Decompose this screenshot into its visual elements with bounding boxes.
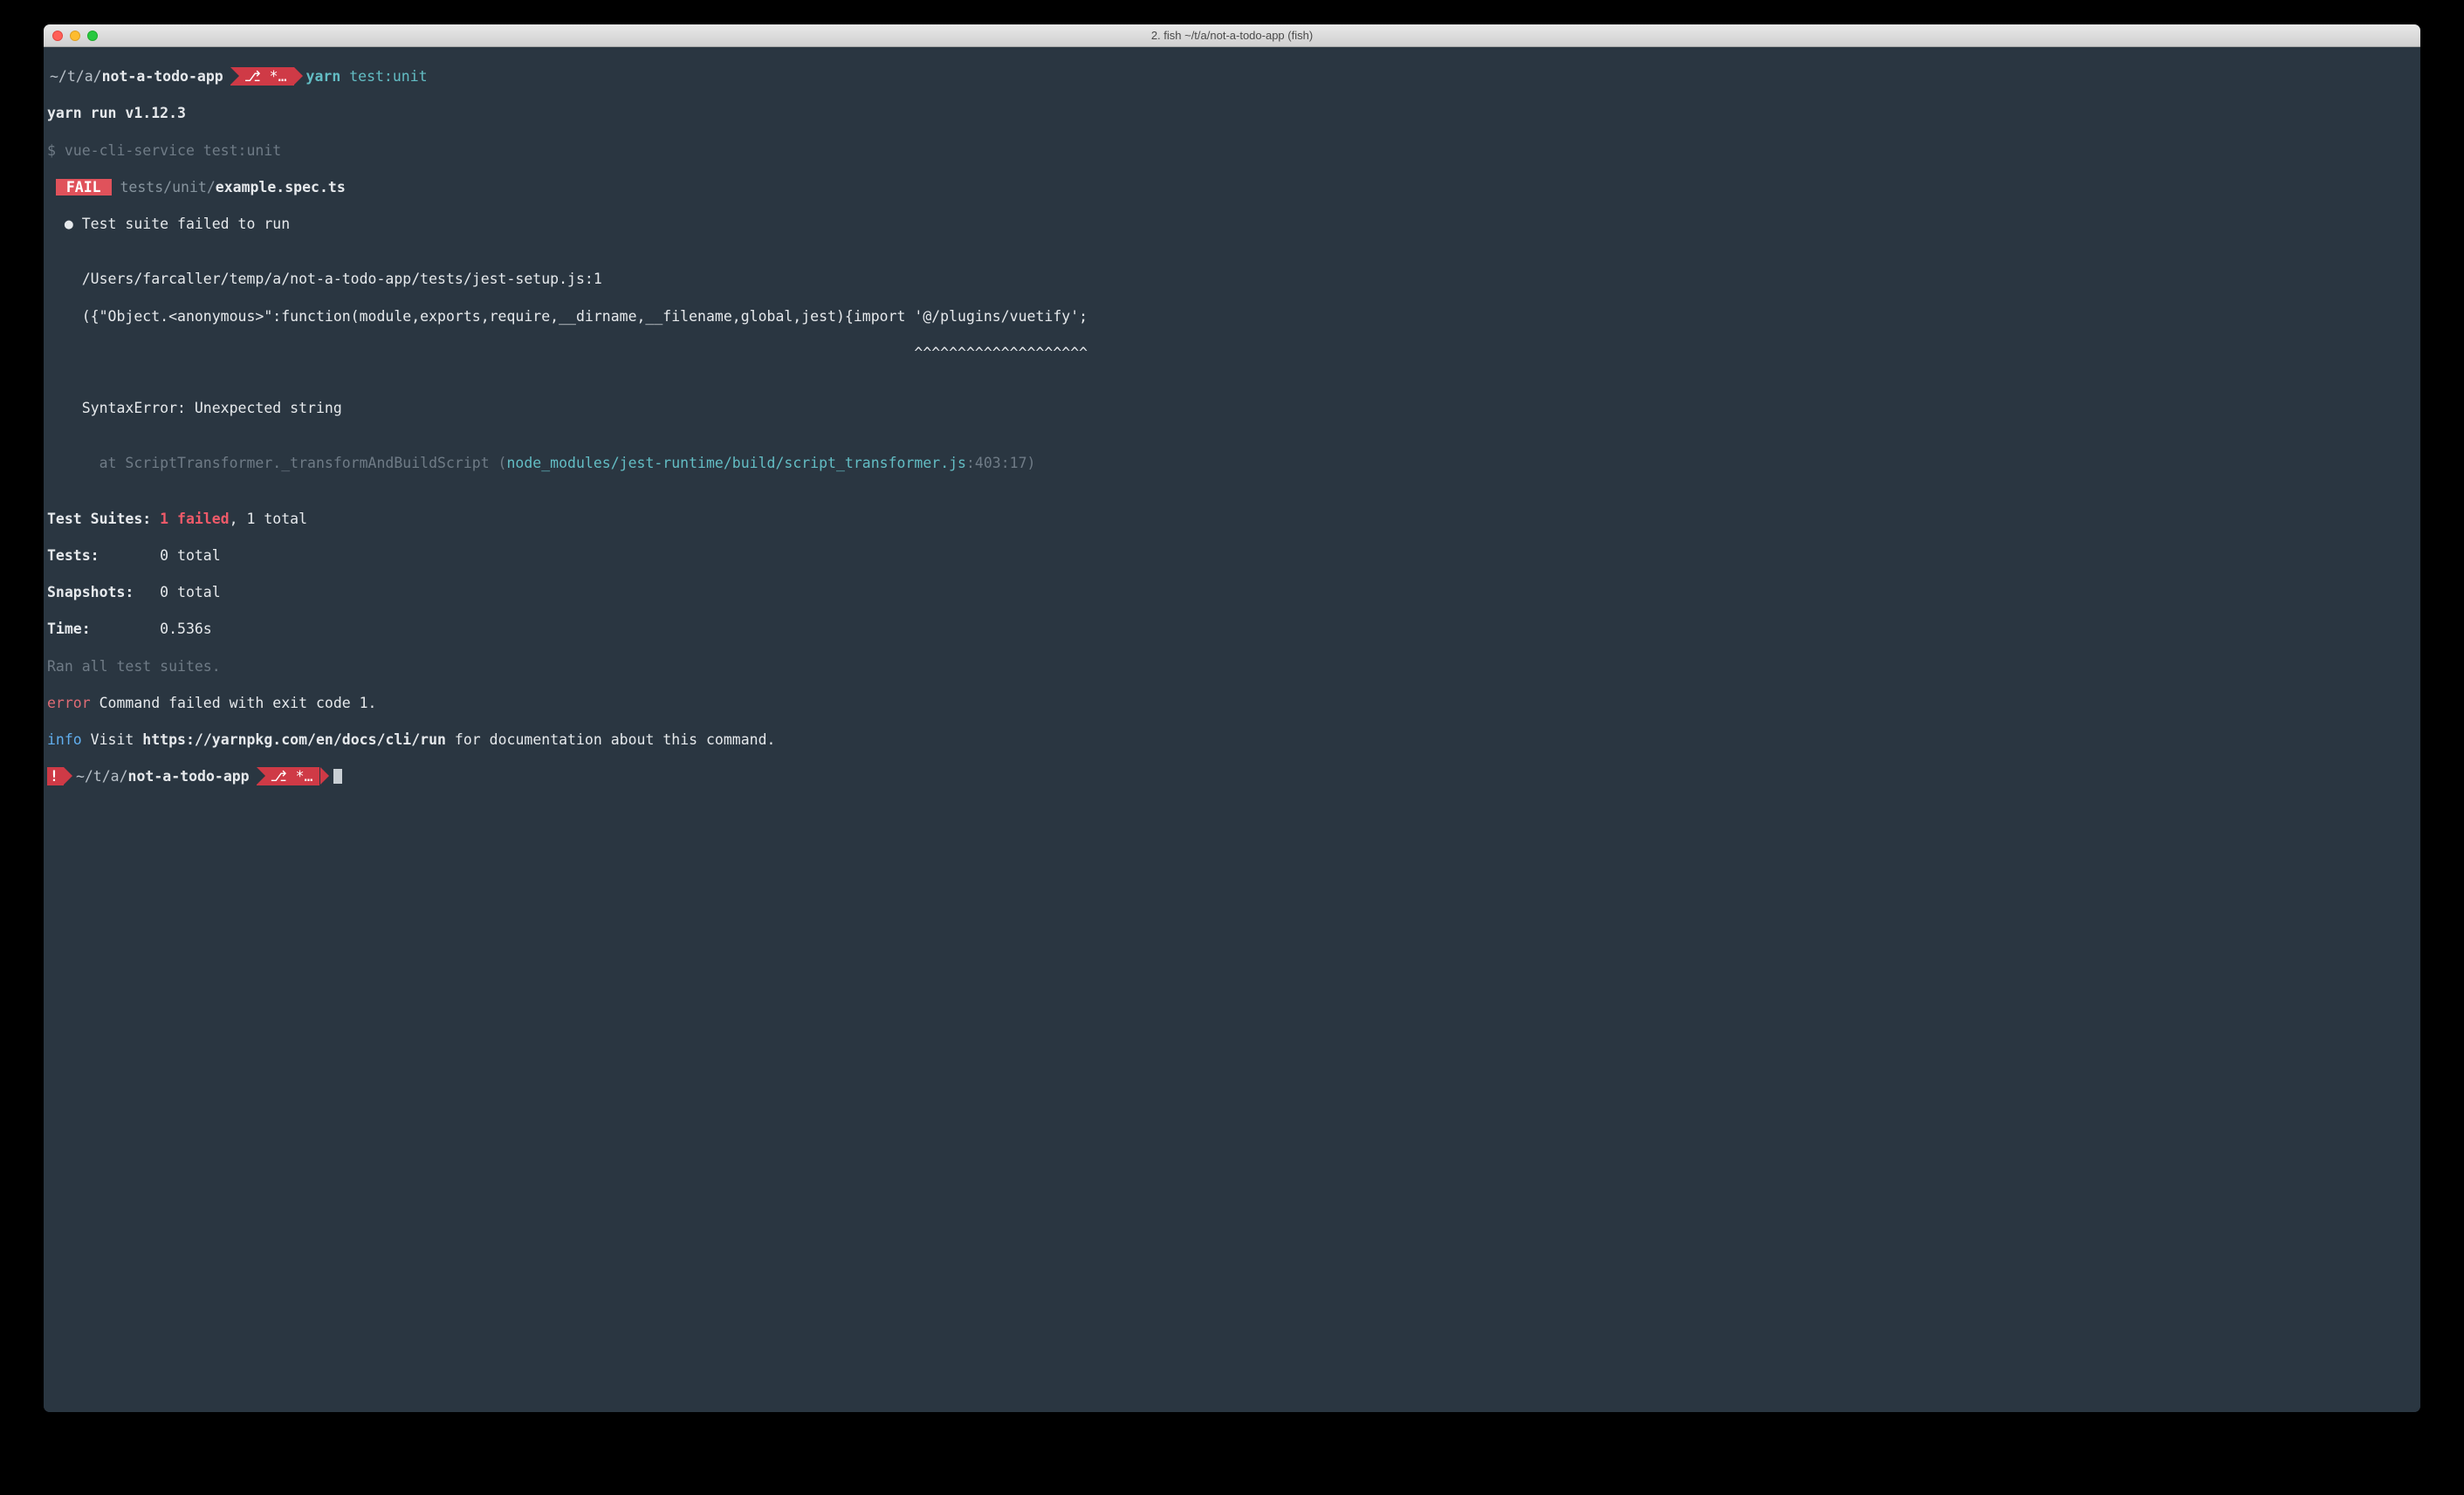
prompt-git-segment: ⎇ *… <box>230 67 294 86</box>
info-label: info <box>47 731 82 748</box>
tests-label: Tests: <box>47 547 160 564</box>
prompt-path-tail: not-a-todo-app <box>128 767 250 785</box>
prompt-error-segment: ! <box>47 767 64 785</box>
cursor <box>333 769 342 784</box>
prompt-line-1: ~/t/a/not-a-todo-app ⎇ *… yarn test:unit <box>47 67 2417 86</box>
tests-val: 0 total <box>160 547 221 564</box>
info-pre: Visit <box>82 731 143 748</box>
prompt-git-segment: ⎇ *… <box>257 767 320 785</box>
error-label: error <box>47 695 91 711</box>
error-path-line: /Users/farcaller/temp/a/not-a-todo-app/t… <box>47 270 2417 288</box>
minimize-icon[interactable] <box>70 31 80 41</box>
syntax-error-line: SyntaxError: Unexpected string <box>47 399 2417 417</box>
suites-fail: 1 failed <box>160 511 229 527</box>
prompt-path-segment: ~/t/a/not-a-todo-app <box>47 67 230 86</box>
command-bin: yarn <box>306 67 341 86</box>
prompt-path-head: ~/t/a/ <box>76 767 128 785</box>
at-prefix: at ScriptTransformer._transformAndBuildS… <box>47 455 507 471</box>
suites-rest: , 1 total <box>230 511 307 527</box>
prompt-end: yarn test:unit <box>294 67 435 86</box>
stack-at-line: at ScriptTransformer._transformAndBuildS… <box>47 454 2417 472</box>
terminal-window: 2. fish ~/t/a/not-a-todo-app (fish) ~/t/… <box>44 24 2420 1412</box>
error-line: error Command failed with exit code 1. <box>47 694 2417 712</box>
snap-val: 0 total <box>160 584 221 600</box>
git-branch-icon: ⎇ *… <box>244 67 287 86</box>
prompt-path-segment: ~/t/a/not-a-todo-app <box>64 767 257 785</box>
info-url: https://yarnpkg.com/en/docs/cli/run <box>142 731 446 748</box>
git-branch-icon: ⎇ *… <box>271 767 313 785</box>
at-loc: :403:17) <box>966 455 1035 471</box>
time-label: Time: <box>47 621 160 637</box>
error-caret-line: ^^^^^^^^^^^^^^^^^^^^ <box>47 344 2417 362</box>
ran-line: Ran all test suites. <box>47 657 2417 675</box>
yarn-run-line: yarn run v1.12.3 <box>47 104 2417 122</box>
fail-line: FAIL tests/unit/example.spec.ts <box>47 178 2417 196</box>
prompt-path-head: ~/t/a/ <box>50 67 102 86</box>
suites-label: Test Suites: <box>47 511 160 527</box>
traffic-lights <box>52 31 98 41</box>
error-msg: Command failed with exit code 1. <box>91 695 377 711</box>
prompt-path-tail: not-a-todo-app <box>102 67 223 86</box>
time-val: 0.536s <box>160 621 212 637</box>
error-code-line: ({"Object.<anonymous>":function(module,e… <box>47 307 2417 326</box>
titlebar: 2. fish ~/t/a/not-a-todo-app (fish) <box>44 24 2420 47</box>
prompt-line-2: ! ~/t/a/not-a-todo-app ⎇ *… <box>47 767 2417 785</box>
terminal-body[interactable]: ~/t/a/not-a-todo-app⎇ *… yarn test:unit … <box>44 47 2420 1412</box>
snap-label: Snapshots: <box>47 584 160 600</box>
suite-failed-line: ● Test suite failed to run <box>47 215 2417 233</box>
window-title: 2. fish ~/t/a/not-a-todo-app (fish) <box>44 29 2420 42</box>
prompt: ~/t/a/not-a-todo-app ⎇ *… yarn test:unit <box>47 67 435 86</box>
summary-snapshots: Snapshots: 0 total <box>47 583 2417 601</box>
prompt: ! ~/t/a/not-a-todo-app ⎇ *… <box>47 767 349 785</box>
command-arg: test:unit <box>340 67 427 86</box>
fail-file: example.spec.ts <box>216 179 346 195</box>
summary-time: Time: 0.536s <box>47 620 2417 638</box>
summary-suites: Test Suites: 1 failed, 1 total <box>47 510 2417 528</box>
dollar-cmd-line: $ vue-cli-service test:unit <box>47 141 2417 160</box>
info-line: info Visit https://yarnpkg.com/en/docs/c… <box>47 730 2417 749</box>
fail-badge: FAIL <box>56 179 112 195</box>
summary-tests: Tests: 0 total <box>47 546 2417 565</box>
info-post: for documentation about this command. <box>446 731 776 748</box>
fail-dir: tests/unit/ <box>120 179 215 195</box>
bang-icon: ! <box>50 767 58 785</box>
at-file: node_modules/jest-runtime/build/script_t… <box>507 455 967 471</box>
zoom-icon[interactable] <box>87 31 98 41</box>
close-icon[interactable] <box>52 31 63 41</box>
